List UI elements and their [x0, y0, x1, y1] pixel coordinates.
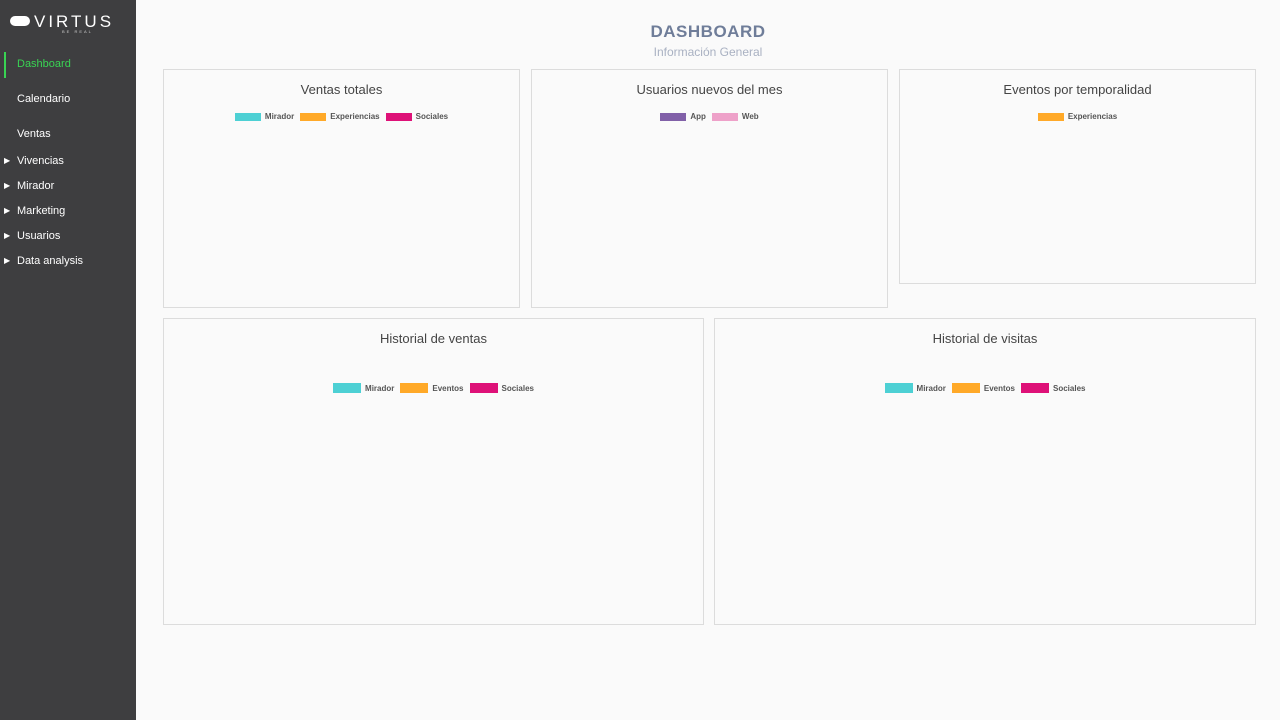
legend-label: Mirador [916, 383, 946, 393]
legend-item[interactable]: Sociales [469, 383, 534, 393]
legend-swatch [884, 383, 913, 393]
card-title: Eventos por temporalidad [1003, 82, 1152, 97]
page-subtitle: Información General [653, 45, 763, 59]
legend-item[interactable]: Experiencias [1037, 112, 1118, 121]
chart-legend: App Web [532, 112, 887, 121]
caret-right-icon: ▶ [4, 231, 11, 240]
caret-right-icon: ▶ [4, 206, 11, 215]
chart-legend: Mirador Eventos Sociales [164, 383, 703, 393]
sidebar-item-label: Marketing [17, 205, 66, 217]
legend-swatch [1021, 383, 1049, 393]
legend-item[interactable]: App [660, 112, 706, 121]
legend-label: App [690, 112, 706, 121]
sidebar: VIRTUS BE REAL Dashboard Calendario Vent… [0, 0, 136, 720]
card-historial-visitas: Historial de visitas Mirador Eventos Socia… [714, 318, 1256, 625]
card-eventos-temporalidad: Eventos por temporalidad Experiencias [899, 69, 1256, 284]
caret-right-icon: ▶ [4, 256, 11, 265]
legend-item[interactable]: Sociales [1021, 383, 1085, 393]
page-title: DASHBOARD [650, 22, 766, 41]
sidebar-item-label: Dashboard [17, 58, 71, 70]
sidebar-item-label: Mirador [17, 180, 55, 192]
legend-swatch [951, 383, 980, 393]
card-usuarios-nuevos: Usuarios nuevos del mes App Web [531, 69, 888, 308]
chart-legend: Mirador Eventos Sociales [715, 383, 1255, 393]
legend-item[interactable]: Mirador [884, 383, 946, 393]
caret-right-icon: ▶ [4, 156, 11, 165]
legend-label: Eventos [983, 383, 1015, 393]
legend-item[interactable]: Sociales [385, 112, 449, 121]
card-title: Historial de visitas [932, 331, 1038, 346]
legend-swatch [469, 383, 498, 393]
card-title: Historial de ventas [380, 331, 487, 346]
brand-logo[interactable]: VIRTUS BE REAL [10, 12, 125, 36]
legend-swatch [1037, 112, 1064, 121]
brand-tagline: BE REAL [62, 29, 93, 34]
legend-label: Web [741, 112, 759, 121]
legend-label: Mirador [365, 383, 395, 393]
legend-label: Sociales [1053, 383, 1086, 393]
legend-swatch [711, 112, 738, 121]
legend-swatch [660, 112, 687, 121]
main-content: DASHBOARD Información General Ventas tot… [136, 0, 1280, 720]
sidebar-item-label: Usuarios [17, 230, 61, 242]
sidebar-item-label: Data analysis [17, 255, 84, 267]
card-historial-ventas: Historial de ventas Mirador Eventos Social… [163, 318, 704, 625]
legend-item[interactable]: Mirador [234, 112, 295, 121]
legend-label: Eventos [432, 383, 464, 393]
legend-label: Experiencias [330, 112, 380, 121]
legend-label: Mirador [264, 112, 295, 121]
legend-swatch [333, 383, 362, 393]
caret-right-icon: ▶ [4, 181, 11, 190]
legend-item[interactable]: Mirador [333, 383, 394, 393]
legend-swatch [400, 383, 429, 393]
sidebar-item-label: Calendario [17, 93, 71, 105]
legend-label: Experiencias [1067, 112, 1118, 121]
legend-label: Sociales [415, 112, 449, 121]
card-title: Ventas totales [300, 82, 383, 97]
legend-swatch [300, 112, 327, 121]
legend-item[interactable]: Eventos [400, 383, 464, 393]
chart-legend: Experiencias [900, 112, 1255, 121]
legend-item[interactable]: Experiencias [300, 112, 380, 121]
sidebar-item-label: Vivencias [17, 155, 64, 167]
headset-icon [10, 16, 30, 26]
card-title: Usuarios nuevos del mes [636, 82, 783, 97]
legend-item[interactable]: Eventos [951, 383, 1015, 393]
sidebar-item-label: Ventas [17, 128, 51, 140]
legend-item[interactable]: Web [711, 112, 759, 121]
chart-legend: Mirador Experiencias Sociales [164, 112, 519, 121]
legend-swatch [385, 112, 412, 121]
legend-swatch [234, 112, 261, 121]
active-indicator [4, 52, 6, 78]
card-ventas-totales: Ventas totales Mirador Experiencias Social… [163, 69, 520, 308]
legend-label: Sociales [501, 383, 534, 393]
